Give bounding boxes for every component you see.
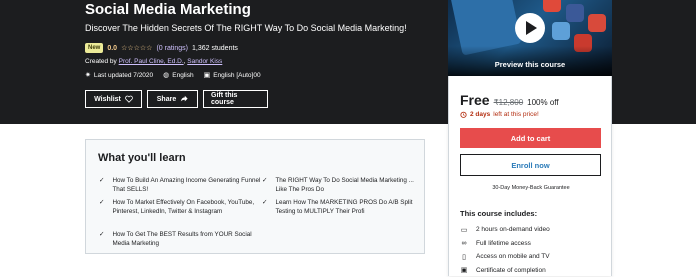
learn-item: ✓ How To Build An Amazing Income Generat… <box>99 176 262 194</box>
purchase-card: Free ₹12,800 100% off 2 days left at thi… <box>448 76 612 276</box>
gift-course-button[interactable]: Gift this course <box>203 90 268 108</box>
price-timer: 2 days left at this price! <box>460 111 539 118</box>
checkmark-icon: ✓ <box>99 176 104 194</box>
discount-percent: 100% off <box>527 98 558 107</box>
preview-label: Preview this course <box>448 60 612 69</box>
captions-icon: ▣ <box>204 71 211 79</box>
play-button[interactable] <box>515 13 545 43</box>
language: ◍English <box>163 71 193 79</box>
includes-item: ▭2 hours on-demand video <box>460 223 550 237</box>
mobile-icon: ▯ <box>460 253 468 261</box>
includes-item: ▯Access on mobile and TV <box>460 250 550 264</box>
course-preview[interactable]: Preview this course <box>448 0 612 76</box>
certificate-icon: ▣ <box>460 266 468 274</box>
includes-item: ∞Full lifetime access <box>460 237 550 251</box>
instructor-link-1[interactable]: Prof. Paul Cline, Ed.D. <box>119 58 184 65</box>
learn-title: What you'll learn <box>98 152 186 164</box>
checkmark-icon: ✓ <box>99 230 104 248</box>
learn-item: ✓ The RIGHT Way To Do Social Media Marke… <box>262 176 425 194</box>
share-button[interactable]: Share <box>147 90 198 108</box>
ratings-count[interactable]: (0 ratings) <box>156 45 188 52</box>
created-by-label: Created by <box>85 58 117 65</box>
course-subtitle: Discover The Hidden Secrets Of The RIGHT… <box>85 23 407 33</box>
app-tile-icon <box>566 4 584 22</box>
includes-list: ▭2 hours on-demand video ∞Full lifetime … <box>460 223 550 277</box>
what-you-learn-box: What you'll learn ✓ How To Build An Amaz… <box>85 139 425 254</box>
students-count: 1,362 students <box>192 45 238 52</box>
app-tile-icon <box>588 14 606 32</box>
instructor-link-2[interactable]: Sandor Kiss <box>187 58 222 65</box>
app-tile-icon <box>543 0 561 12</box>
alert-icon: ✷ <box>85 71 91 79</box>
course-title: Social Media Marketing <box>85 1 251 18</box>
hero-actions: Wishlist Share Gift this course <box>85 90 268 108</box>
video-icon: ▭ <box>460 226 468 234</box>
rating-value: 0.0 <box>107 45 117 52</box>
course-info-row: ✷Last updated 7/2020 ◍English ▣English [… <box>85 71 261 79</box>
checkmark-icon: ✓ <box>262 198 267 216</box>
play-icon <box>525 21 537 35</box>
heart-icon <box>125 95 133 103</box>
app-tile-icon <box>552 22 570 40</box>
share-icon <box>180 95 188 103</box>
alarm-clock-icon <box>460 111 467 118</box>
globe-icon: ◍ <box>163 71 169 79</box>
created-by: Created by Prof. Paul Cline, Ed.D., Sand… <box>85 58 222 65</box>
includes-title: This course includes: <box>460 209 537 218</box>
current-price: Free <box>460 92 490 108</box>
add-to-cart-button[interactable]: Add to cart <box>460 128 601 148</box>
wishlist-button[interactable]: Wishlist <box>85 90 142 108</box>
captions: ▣English [Auto]00 <box>204 71 261 79</box>
learn-item: ✓ How To Get The BEST Results from YOUR … <box>99 230 262 248</box>
checkmark-icon: ✓ <box>99 198 104 216</box>
infinity-icon: ∞ <box>460 240 468 247</box>
star-rating-icon: ☆☆☆☆☆ <box>121 44 152 52</box>
last-updated: ✷Last updated 7/2020 <box>85 71 153 79</box>
enroll-now-button[interactable]: Enroll now <box>460 154 601 176</box>
includes-item: ▣Certificate of completion <box>460 264 550 277</box>
money-back-guarantee: 30-Day Money-Back Guarantee <box>449 185 613 191</box>
checkmark-icon: ✓ <box>262 176 267 194</box>
new-badge: New <box>85 43 103 53</box>
rating-row: New 0.0 ☆☆☆☆☆ (0 ratings) 1,362 students <box>85 42 238 54</box>
original-price: ₹12,800 <box>494 98 524 107</box>
learn-item: ✓ Learn How The MARKETING PROS Do A/B Sp… <box>262 198 425 216</box>
price-row: Free ₹12,800 100% off <box>460 92 559 108</box>
learn-item: ✓ How To Market Effectively On Facebook,… <box>99 198 262 216</box>
